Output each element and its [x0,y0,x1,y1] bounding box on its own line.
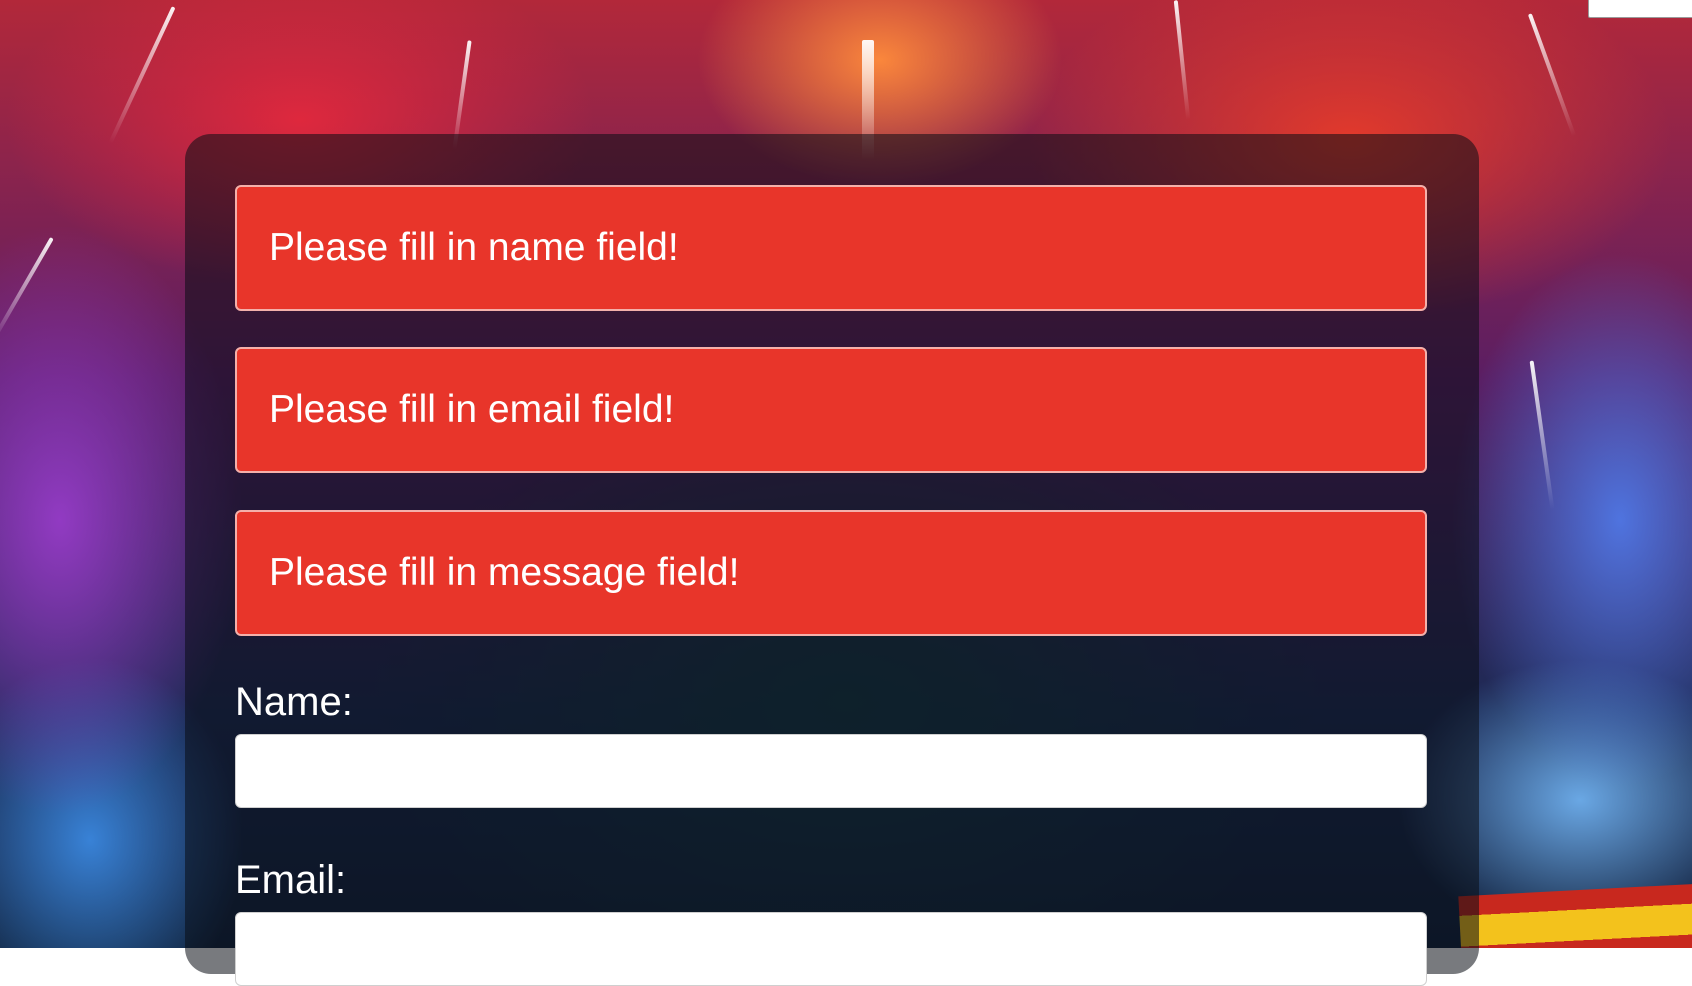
email-error-alert: Please fill in email field! [235,347,1427,473]
flag-image [1458,883,1692,948]
email-label: Email: [235,858,347,902]
email-input[interactable] [235,912,1427,986]
firework-streak [1527,13,1577,137]
message-error-alert: Please fill in message field! [235,510,1427,636]
firework-streak [0,237,54,343]
firework-streak [1529,360,1555,510]
firework-streak [108,6,176,144]
name-error-alert: Please fill in name field! [235,185,1427,311]
name-label: Name: [235,680,353,724]
search-input[interactable] [1588,0,1692,18]
firework-streak [1173,0,1191,120]
name-input[interactable] [235,734,1427,808]
